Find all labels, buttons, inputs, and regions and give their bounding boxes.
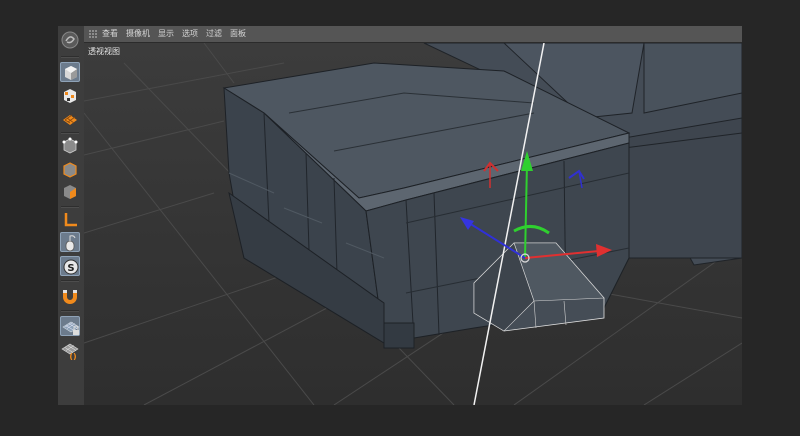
menu-panel[interactable]: 面板 (230, 27, 246, 41)
toolbar-separator (61, 310, 79, 312)
toolbar-separator (61, 56, 79, 58)
svg-text:(): () (69, 352, 76, 360)
perspective-viewport[interactable]: 透视视图 (84, 43, 742, 405)
edges-mode-icon[interactable] (60, 160, 80, 180)
menu-cameras[interactable]: 摄像机 (126, 27, 150, 41)
workplane-icon[interactable]: () (60, 340, 80, 360)
cinema4d-window: S () 查看 摄像机 显示 选项 过滤 面板 透视视图 (58, 26, 742, 405)
undo-logo-icon[interactable] (60, 30, 80, 50)
object-mode-icon[interactable] (60, 86, 80, 106)
axis-mode-icon[interactable] (60, 210, 80, 230)
menu-filter[interactable]: 过滤 (206, 27, 222, 41)
menu-grip-icon[interactable] (89, 30, 97, 38)
toolbar-separator (61, 132, 79, 134)
viewport-menus: 查看 摄像机 显示 选项 过滤 面板 (102, 27, 246, 41)
menu-display[interactable]: 显示 (158, 27, 174, 41)
svg-text:S: S (67, 263, 74, 274)
points-mode-icon[interactable] (60, 136, 80, 156)
snap-magnet-icon[interactable] (60, 286, 80, 306)
menu-options[interactable]: 选项 (182, 27, 198, 41)
solo-mode-icon[interactable]: S (60, 256, 80, 276)
viewport-menu-bar: 查看 摄像机 显示 选项 过滤 面板 (84, 26, 742, 43)
tweak-mode-icon[interactable] (60, 232, 80, 252)
polygons-mode-icon[interactable] (60, 182, 80, 202)
model-mode-icon[interactable] (60, 62, 80, 82)
menu-view[interactable]: 查看 (102, 27, 118, 41)
toolbar-separator (61, 206, 79, 208)
viewport-label: 透视视图 (88, 47, 120, 56)
workplane-lock-icon[interactable] (60, 316, 80, 336)
toolbar-separator (61, 280, 79, 282)
viewport-scene (84, 43, 742, 405)
left-toolbar: S () (58, 26, 85, 405)
texture-mode-icon[interactable] (60, 110, 80, 130)
